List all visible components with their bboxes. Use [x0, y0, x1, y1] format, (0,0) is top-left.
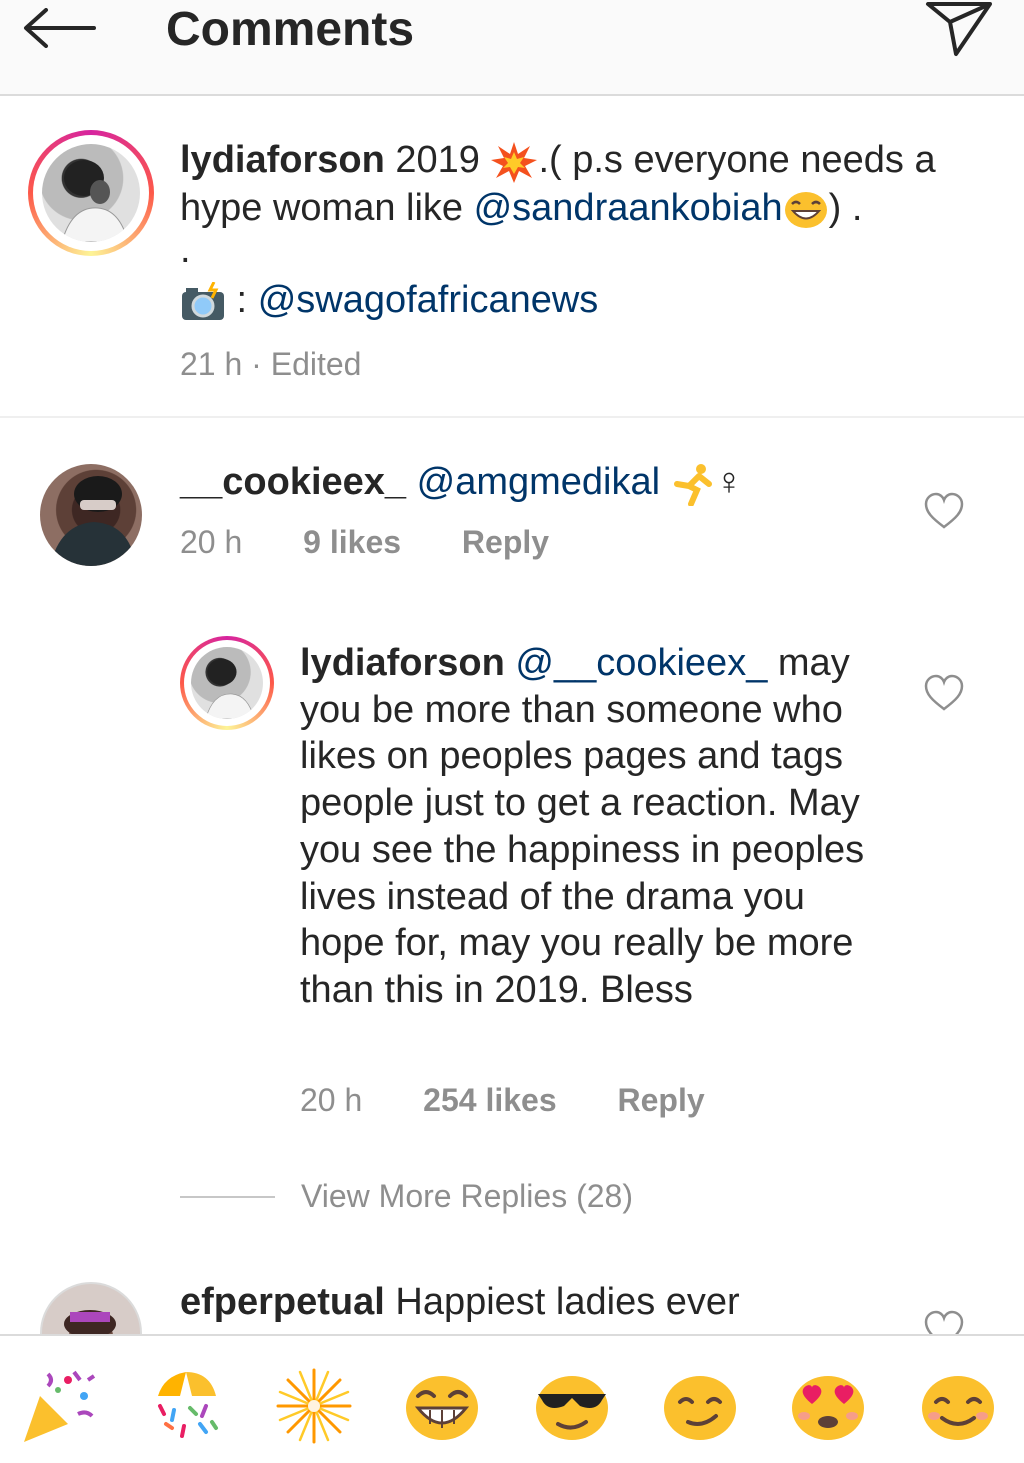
mention-link[interactable]: @swagofafricanews: [258, 279, 599, 321]
collision-icon: [491, 141, 538, 183]
reply-avatar[interactable]: [180, 636, 274, 730]
page-title: Comments: [166, 3, 415, 56]
person-photo-icon: [205, 658, 255, 719]
comment: __cookieex_ @amgmedikal ‍♀ 20 h 9 likes …: [0, 450, 1024, 590]
view-more-replies[interactable]: View More Replies (28): [180, 1178, 633, 1215]
laughing-icon: [784, 191, 827, 228]
smirking-face-icon[interactable]: [660, 1366, 740, 1446]
paper-plane-icon: [926, 2, 992, 56]
share-button[interactable]: [924, 0, 994, 60]
confetti-ball-icon[interactable]: [146, 1366, 226, 1446]
post-caption: lydiaforson 2019 .( p.s everyone needs a…: [0, 96, 1024, 418]
comment-meta: 20 h 254 likes Reply: [300, 1082, 705, 1118]
caption-username[interactable]: lydiaforson: [180, 139, 385, 181]
likes-count[interactable]: 9 likes: [303, 524, 401, 560]
heart-icon[interactable]: [924, 492, 964, 532]
camera-flash-icon: [182, 281, 224, 320]
caption-avatar[interactable]: [28, 130, 154, 256]
commenter-avatar[interactable]: [40, 464, 142, 566]
emoji-quick-bar: [0, 1334, 1024, 1463]
person-photo-icon: [64, 1310, 116, 1334]
commenter-avatar[interactable]: [40, 1282, 142, 1334]
smiling-face-icon[interactable]: [918, 1366, 998, 1446]
caption-body: lydiaforson 2019 .( p.s everyone needs a…: [180, 136, 970, 388]
running-person-icon: [673, 463, 712, 506]
divider: [180, 1195, 275, 1198]
laughing-face-icon[interactable]: [402, 1366, 482, 1446]
caption-meta: 21 h · Edited: [180, 346, 362, 382]
back-button[interactable]: [22, 0, 102, 56]
mention-link[interactable]: @__cookieex_: [515, 642, 767, 684]
comment-username[interactable]: lydiaforson: [300, 642, 505, 684]
comment-meta: 20 h 9 likes Reply: [180, 524, 550, 560]
arrow-left-icon: [24, 8, 96, 48]
heart-icon[interactable]: [924, 674, 964, 714]
person-photo-icon: [61, 160, 129, 242]
likes-count[interactable]: 254 likes: [423, 1082, 556, 1118]
comment-username[interactable]: efperpetual: [180, 1281, 385, 1323]
party-popper-icon[interactable]: [18, 1366, 98, 1446]
reply-button[interactable]: Reply: [618, 1082, 705, 1118]
comment-reply: lydiaforson @__cookieex_ may you be more…: [0, 636, 1024, 1136]
heart-icon[interactable]: [924, 1310, 964, 1334]
reply-button[interactable]: Reply: [462, 524, 549, 560]
sparkler-icon[interactable]: [274, 1366, 354, 1446]
sunglasses-face-icon[interactable]: [532, 1366, 612, 1446]
comment: efperpetual Happiest ladies ever: [0, 1270, 1024, 1334]
heart-eyes-face-icon[interactable]: [788, 1366, 868, 1446]
mention-link[interactable]: @amgmedikal: [417, 461, 660, 503]
mention-link[interactable]: @sandraankobiah: [474, 187, 783, 229]
top-bar: Comments: [0, 0, 1024, 96]
reply-body: lydiaforson @__cookieex_ may you be more…: [300, 642, 865, 1011]
comment-username[interactable]: __cookieex_: [180, 461, 406, 503]
person-photo-icon: [50, 476, 136, 566]
